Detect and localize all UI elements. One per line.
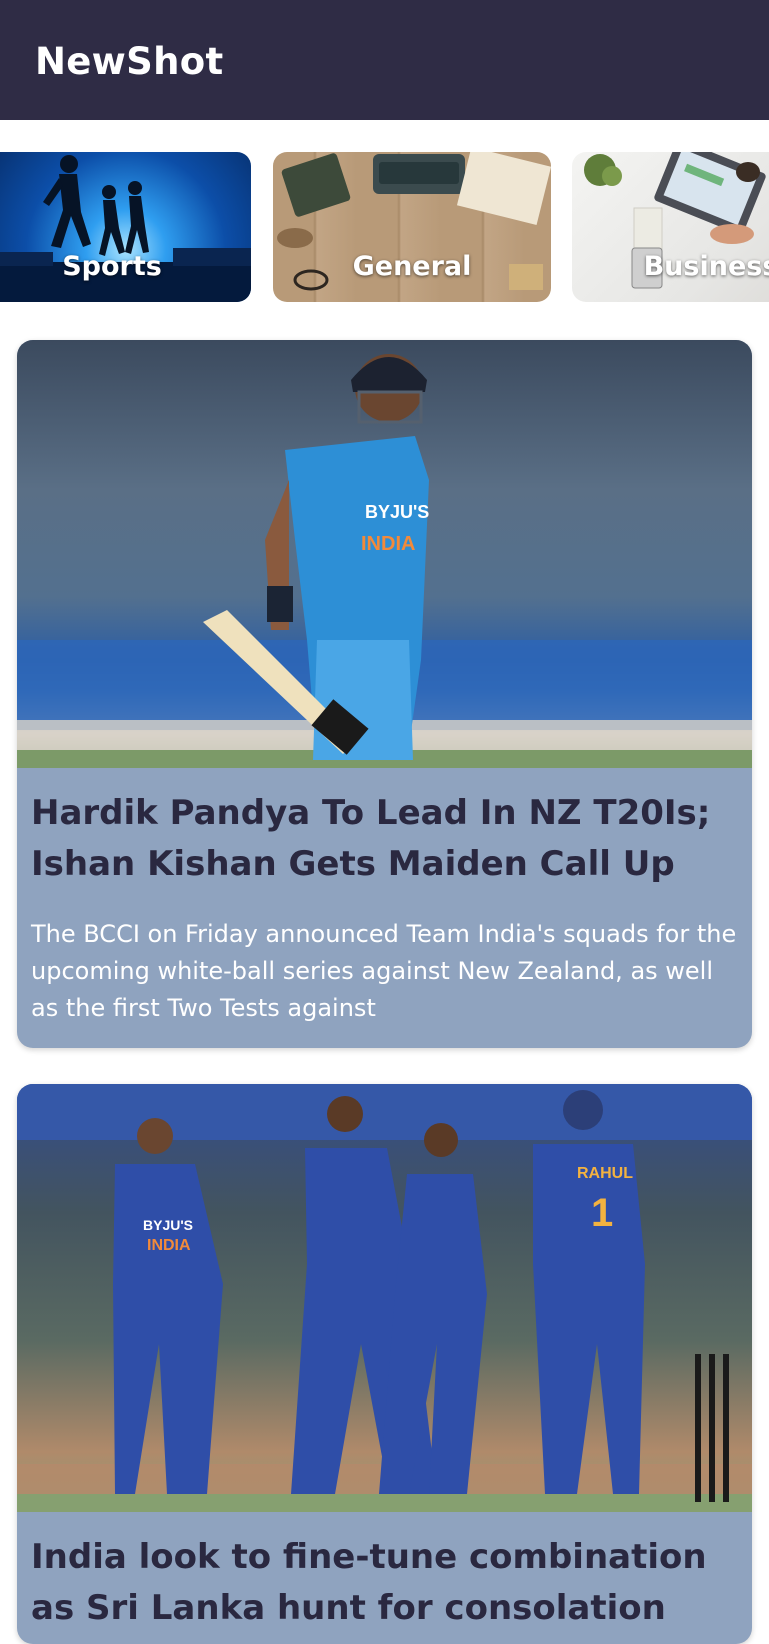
category-carousel[interactable]: Sports General Business — [0, 152, 769, 304]
category-label-business: Business — [643, 251, 769, 282]
news-card[interactable]: BYJU'S INDIA Hardik Pandya To Lead In NZ… — [17, 340, 752, 1048]
category-label-sports: Sports — [62, 251, 162, 282]
news-image: BYJU'S INDIA RAHUL 1 — [17, 1084, 752, 1512]
news-summary — [17, 1634, 752, 1644]
category-label-general: General — [352, 251, 472, 282]
news-card[interactable]: BYJU'S INDIA RAHUL 1 India look to fine-… — [17, 1084, 752, 1644]
team-celebration-photo: BYJU'S INDIA RAHUL 1 — [17, 1084, 752, 1512]
app-title: NewShot — [35, 40, 224, 83]
jersey-sponsor-text: BYJU'S — [143, 1217, 193, 1233]
jersey-team-text: INDIA — [361, 533, 415, 555]
news-headline: Hardik Pandya To Lead In NZ T20Is; Ishan… — [31, 793, 711, 884]
category-card-sports[interactable]: Sports — [0, 152, 251, 302]
app-bar: NewShot — [0, 0, 769, 120]
cricketer-photo: BYJU'S INDIA — [17, 354, 752, 768]
jersey-player-name: RAHUL — [577, 1165, 633, 1182]
jersey-player-number: 1 — [591, 1191, 613, 1235]
news-headline: India look to fine-tune combination as S… — [31, 1537, 707, 1628]
news-image: BYJU'S INDIA — [17, 340, 752, 768]
jersey-team-text: INDIA — [147, 1237, 191, 1254]
jersey-sponsor-text: BYJU'S — [365, 502, 429, 522]
category-card-general[interactable]: General — [273, 152, 551, 302]
category-card-business[interactable]: Business — [572, 152, 769, 302]
news-summary: The BCCI on Friday announced Team India'… — [31, 920, 737, 1022]
